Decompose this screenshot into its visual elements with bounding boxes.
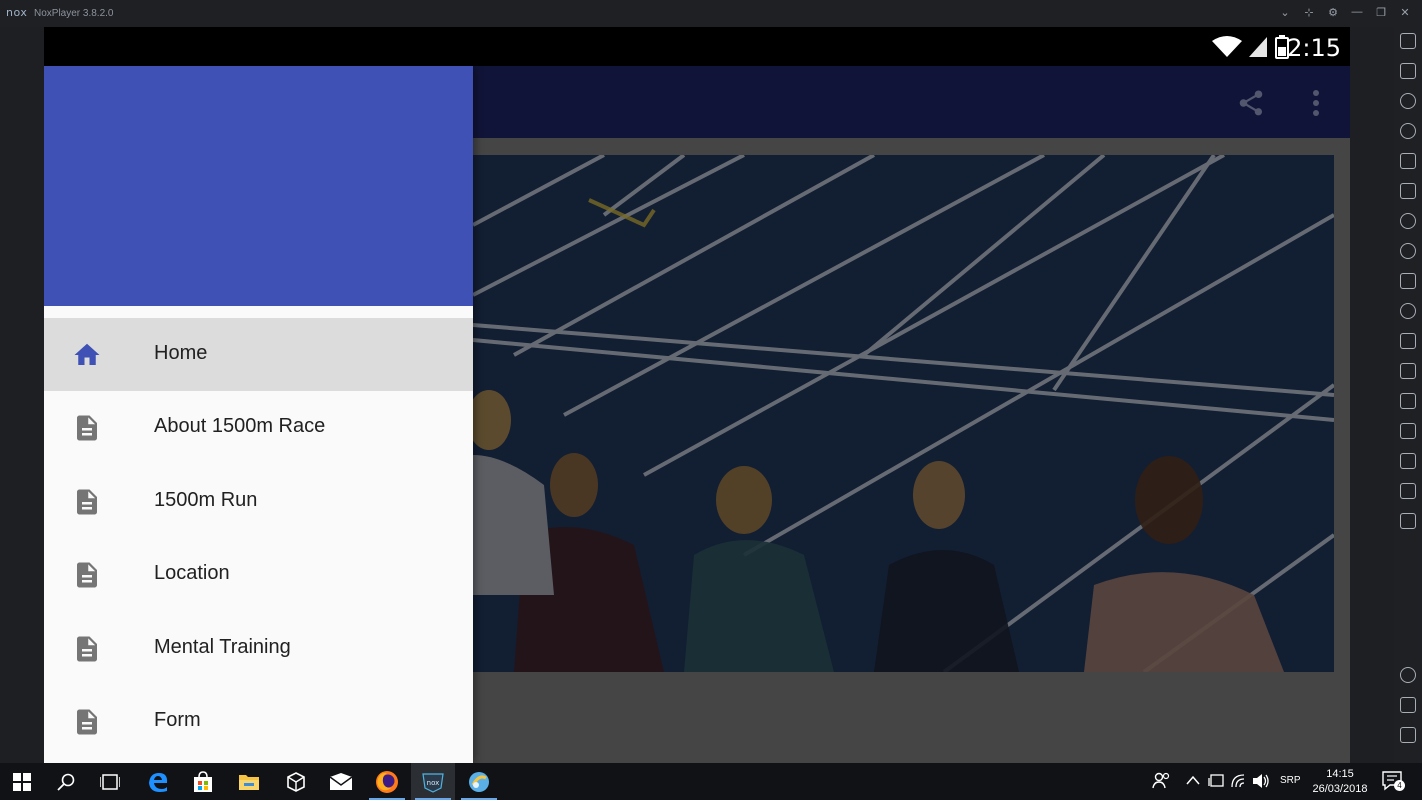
emulator-toolbar — [1394, 27, 1422, 763]
file-explorer-app[interactable] — [227, 763, 271, 800]
windows-start-button[interactable] — [0, 763, 44, 800]
fullscreen-icon[interactable] — [1400, 183, 1416, 199]
home-nav-icon[interactable] — [1400, 697, 1416, 713]
nav-item-1500m-run[interactable]: 1500m Run — [44, 465, 473, 538]
android-screen: 2:15 Home About 1500m Race 1500m Run Loc… — [44, 27, 1350, 763]
nav-item-label: 1500m Run — [154, 489, 258, 511]
edge-icon — [149, 772, 168, 792]
minimize-icon[interactable]: — — [1350, 5, 1364, 19]
nox-icon: nox — [422, 772, 444, 793]
tool-icon[interactable] — [1400, 393, 1416, 409]
search-icon — [57, 773, 75, 791]
mail-icon — [329, 772, 353, 790]
people-icon[interactable] — [1152, 772, 1170, 790]
pin-icon[interactable]: ⊹ — [1302, 5, 1316, 19]
nav-item-label: Home — [154, 342, 208, 364]
chevron-up-icon[interactable] — [1186, 775, 1200, 785]
tool-icon[interactable] — [1400, 63, 1416, 79]
action-center-button[interactable]: 4 — [1382, 771, 1405, 791]
document-icon — [77, 636, 97, 662]
search-button[interactable] — [44, 763, 88, 800]
document-icon — [77, 489, 97, 515]
nav-item-label: Form — [154, 709, 201, 731]
network-icon[interactable] — [1230, 773, 1246, 789]
taskbar-clock[interactable]: 14:15 26/03/2018 — [1310, 767, 1370, 797]
taskbar-date: 26/03/2018 — [1312, 783, 1368, 795]
nav-item-label: Mental Training — [154, 636, 291, 658]
taskbar-time: 14:15 — [1326, 768, 1354, 780]
store-app[interactable] — [181, 763, 225, 800]
task-view-icon — [100, 773, 120, 790]
back-icon[interactable] — [1400, 667, 1416, 683]
tool-icon[interactable] — [1400, 153, 1416, 169]
windows-start-icon — [13, 772, 31, 791]
file-explorer-icon — [239, 774, 259, 790]
tablet-icon[interactable] — [1208, 774, 1224, 788]
document-icon — [77, 709, 97, 735]
navigation-drawer: Home About 1500m Race 1500m Run Location — [44, 66, 473, 763]
close-icon[interactable]: ✕ — [1398, 5, 1412, 19]
svg-text:nox: nox — [427, 779, 440, 787]
unity-icon — [287, 771, 305, 792]
tool-icon[interactable] — [1400, 93, 1416, 109]
location-icon[interactable] — [1400, 123, 1416, 139]
home-icon — [74, 343, 100, 365]
nox-app[interactable]: nox — [411, 763, 455, 800]
drawer-header — [44, 66, 473, 306]
nox-logo: nox — [6, 6, 28, 19]
chevron-down-icon[interactable]: ⌄ — [1278, 5, 1292, 19]
volume-icon[interactable] — [1252, 773, 1270, 789]
emulator-title-bar: nox NoxPlayer 3.8.2.0 ⌄ ⊹ ⚙ — ❐ ✕ — [0, 0, 1422, 27]
mail-app[interactable] — [319, 763, 363, 800]
nav-item-label: Location — [154, 562, 230, 584]
tool-icon[interactable] — [1400, 423, 1416, 439]
volume-up-icon[interactable] — [1400, 213, 1416, 229]
store-icon — [194, 770, 212, 792]
tool-icon[interactable] — [1400, 453, 1416, 469]
tool-icon[interactable] — [1400, 333, 1416, 349]
tool-icon[interactable] — [1400, 303, 1416, 319]
app-icon — [469, 771, 489, 792]
nav-item-mental-training[interactable]: Mental Training — [44, 612, 473, 685]
tool-icon[interactable] — [1400, 513, 1416, 529]
nav-item-location[interactable]: Location — [44, 538, 473, 611]
nav-item-form[interactable]: Form — [44, 685, 473, 758]
signal-icon — [1249, 37, 1267, 57]
wifi-icon — [1212, 36, 1242, 57]
window-title: NoxPlayer 3.8.2.0 — [34, 8, 114, 19]
gear-icon[interactable]: ⚙ — [1326, 5, 1340, 19]
unity-app[interactable] — [274, 763, 318, 800]
running-app[interactable] — [457, 763, 501, 800]
menu-icon[interactable] — [1400, 483, 1416, 499]
document-icon — [77, 415, 97, 441]
window-controls: ⌄ ⊹ ⚙ — ❐ ✕ — [1278, 5, 1412, 19]
status-clock: 2:15 — [1287, 34, 1341, 62]
edge-app[interactable] — [136, 763, 180, 800]
firefox-app[interactable] — [365, 763, 409, 800]
restore-icon[interactable]: ❐ — [1374, 5, 1388, 19]
language-indicator[interactable]: SRP — [1280, 775, 1301, 786]
nav-item-home[interactable]: Home — [44, 318, 473, 391]
tool-icon[interactable] — [1400, 33, 1416, 49]
document-icon — [77, 562, 97, 588]
firefox-icon — [376, 770, 398, 793]
recents-icon[interactable] — [1400, 727, 1416, 743]
status-bar: 2:15 — [44, 27, 1350, 66]
tool-icon[interactable] — [1400, 273, 1416, 289]
tool-icon[interactable] — [1400, 363, 1416, 379]
task-view-button[interactable] — [88, 763, 132, 800]
windows-taskbar: nox SRP 14:15 26/03/2018 4 — [0, 763, 1422, 800]
volume-down-icon[interactable] — [1400, 243, 1416, 259]
nav-item-about-1500m-race[interactable]: About 1500m Race — [44, 391, 473, 464]
notification-count-badge: 4 — [1394, 780, 1405, 791]
nav-item-label: About 1500m Race — [154, 415, 326, 437]
